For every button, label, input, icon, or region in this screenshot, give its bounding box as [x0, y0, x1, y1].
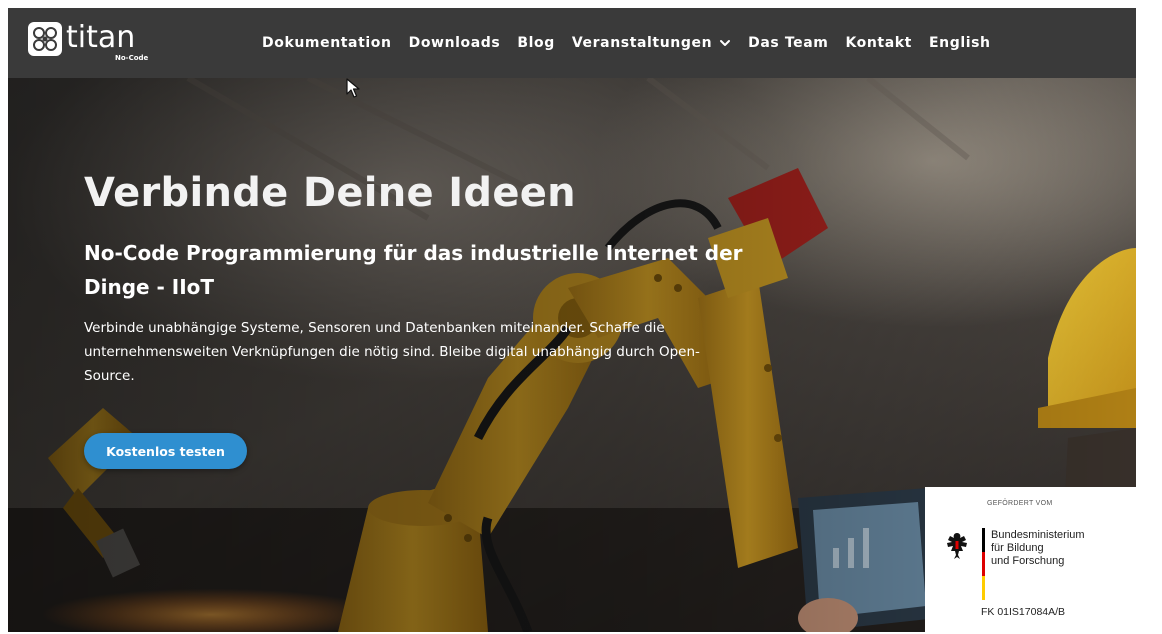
nav-item-dokumentation[interactable]: Dokumentation: [262, 35, 392, 51]
titan-logo-mark-icon: [28, 22, 62, 56]
nav-item-label: Kontakt: [845, 35, 912, 51]
hero-section: Verbinde Deine Ideen No-Code Programmier…: [8, 78, 1136, 632]
hero-subtitle: No-Code Programmierung für das industrie…: [84, 241, 743, 299]
nav-item-veranstaltungen[interactable]: Veranstaltungen: [572, 35, 731, 51]
funding-badge[interactable]: GEFÖRDERT VOM Bundesministerium für Bild…: [925, 487, 1136, 632]
nav-item-label: Blog: [517, 35, 555, 51]
nav-item-english[interactable]: English: [929, 35, 991, 51]
nav-item-kontakt[interactable]: Kontakt: [845, 35, 912, 51]
titan-logo[interactable]: titan No-Code: [28, 18, 168, 68]
german-flag-bar: [982, 528, 985, 600]
funding-header: GEFÖRDERT VOM: [987, 500, 1053, 507]
nav-item-label: Das Team: [748, 35, 829, 51]
nav-item-label: Downloads: [408, 35, 501, 51]
nav-item-das-team[interactable]: Das Team: [748, 35, 828, 51]
mouse-cursor-icon: [346, 78, 360, 98]
kostenlos-testen-button[interactable]: Kostenlos testen: [84, 433, 247, 469]
federal-eagle-icon: [947, 533, 967, 559]
ministry-line: und Forschung: [991, 555, 1065, 567]
nav-item-blog[interactable]: Blog: [517, 35, 555, 51]
brand-tagline: No-Code: [115, 54, 149, 62]
hero-description: Verbinde unabhängige Systeme, Sensoren u…: [84, 320, 700, 384]
ministry-line: für Bildung: [991, 542, 1044, 554]
nav-item-label: English: [928, 35, 991, 51]
hero-title: Verbinde Deine Ideen: [84, 170, 576, 216]
nav-item-label: Veranstaltungen: [571, 35, 713, 51]
flag-stripe-black: [982, 528, 985, 552]
flag-stripe-gold: [982, 576, 985, 600]
ministry-name: Bundesministerium für Bildung und Forsch…: [991, 529, 1085, 568]
site-header: titan No-Code Dokumentation Downloads Bl…: [8, 8, 1136, 78]
browser-viewport: titan No-Code Dokumentation Downloads Bl…: [8, 8, 1136, 632]
ministry-line: Bundesministerium: [991, 529, 1085, 541]
nav-item-label: Dokumentation: [262, 35, 392, 51]
chevron-down-icon: [720, 40, 731, 46]
nav-item-downloads[interactable]: Downloads: [409, 35, 501, 51]
main-navigation: Dokumentation Downloads Blog Veranstaltu…: [262, 32, 1008, 54]
brand-name: titan: [66, 20, 136, 55]
flag-stripe-red: [982, 552, 985, 576]
funding-code: FK 01IS17084A/B: [981, 606, 1066, 618]
